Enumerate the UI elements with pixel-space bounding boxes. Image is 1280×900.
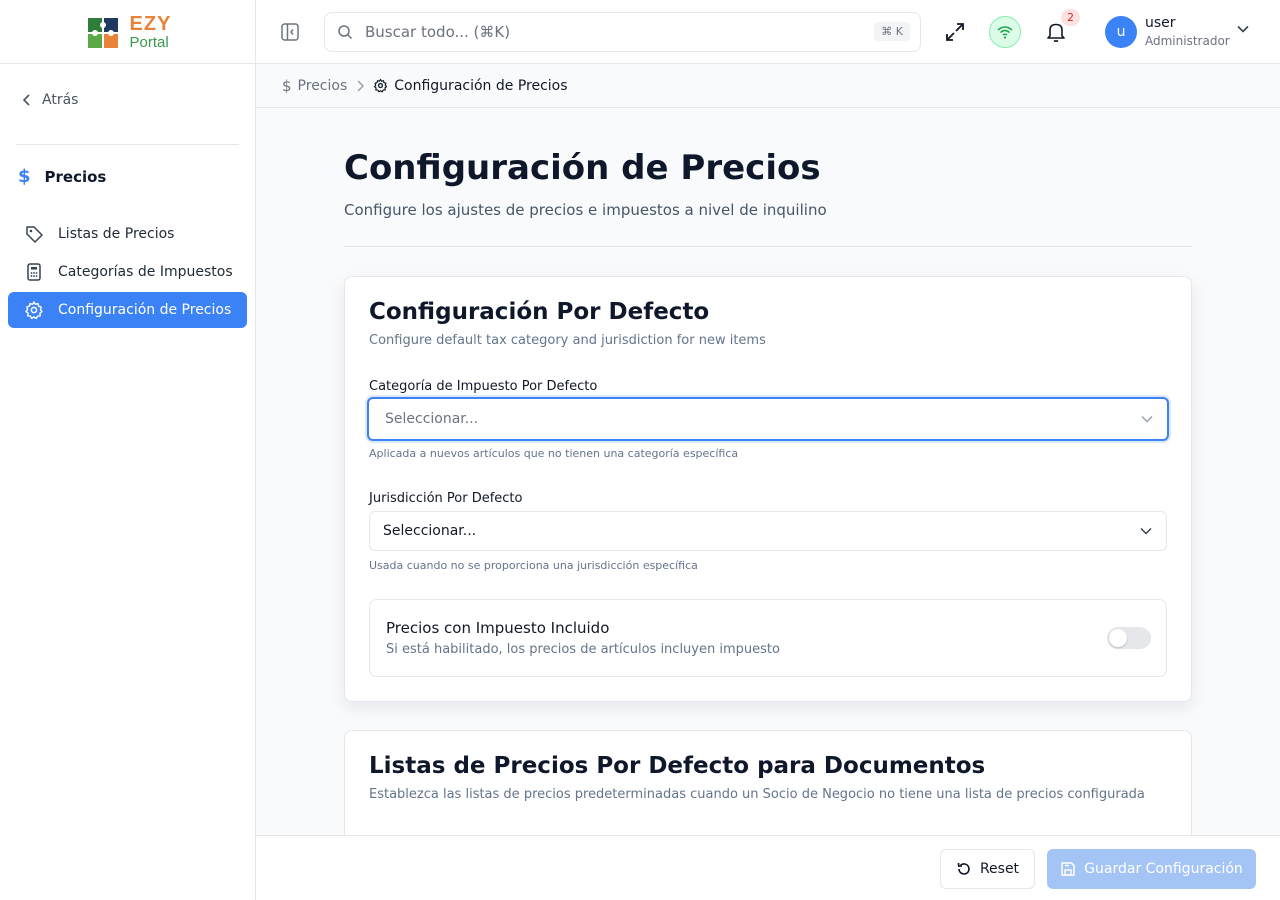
connection-status-button[interactable] (989, 16, 1021, 48)
page-subtitle: Configure los ajustes de precios e impue… (344, 201, 827, 219)
pricelists-card-subtitle: Establezca las listas de precios predete… (369, 787, 1145, 802)
user-avatar[interactable]: u (1105, 16, 1137, 48)
back-label: Atrás (42, 92, 79, 108)
logo[interactable]: EZY Portal (0, 0, 255, 64)
breadcrumb: $ Precios Configuración de Precios (256, 64, 1280, 108)
back-link[interactable]: Atrás (22, 92, 78, 108)
sidebar-item-label: Listas de Precios (58, 226, 175, 242)
search-icon (338, 25, 353, 40)
tax-category-select[interactable]: Seleccionar... (367, 397, 1169, 441)
notification-count-badge: 2 (1061, 9, 1080, 26)
logo-text: EZY Portal (130, 14, 172, 50)
notifications-button[interactable] (1046, 21, 1066, 43)
page-title: Configuración de Precios (344, 148, 821, 188)
jurisdiction-label: Jurisdicción Por Defecto (369, 491, 523, 506)
sidebar-nav: Listas de Precios Categorías de Impuesto… (8, 216, 247, 330)
sidebar: EZY Portal Atrás $ Precios Listas de Pre… (0, 0, 256, 900)
pricelists-card-title: Listas de Precios Por Defecto para Docum… (369, 753, 986, 779)
chevron-down-icon (1141, 415, 1153, 423)
jurisdiction-select[interactable]: Seleccionar... (369, 511, 1167, 551)
fullscreen-button[interactable] (944, 21, 966, 43)
sidebar-item-configuracion-de-precios[interactable]: Configuración de Precios (8, 292, 247, 328)
page-divider (344, 246, 1192, 247)
panel-collapse-icon (281, 23, 299, 41)
tag-icon (26, 226, 43, 243)
chevron-right-icon (357, 79, 365, 92)
reset-label: Reset (979, 861, 1020, 877)
sidebar-divider (16, 144, 239, 145)
top-bar: Buscar todo... (⌘K) ⌘ K 2 u user Adminis… (256, 0, 1280, 64)
jurisdiction-help: Usada cuando no se proporciona una juris… (369, 559, 698, 572)
save-config-button[interactable]: Guardar Configuración (1047, 849, 1256, 889)
gear-icon (374, 78, 388, 93)
reset-button[interactable]: Reset (940, 849, 1035, 889)
wifi-icon (997, 26, 1013, 39)
bell-icon (1047, 23, 1065, 43)
tax-included-title: Precios con Impuesto Incluido (386, 619, 610, 637)
defaults-card-title: Configuración Por Defecto (369, 299, 710, 325)
search-shortcut-badge: ⌘ K (874, 22, 910, 41)
chevron-down-icon (1237, 25, 1249, 33)
sidebar-item-label: Configuración de Precios (58, 302, 232, 318)
global-search[interactable]: Buscar todo... (⌘K) ⌘ K (324, 12, 921, 52)
pricelists-card: Listas de Precios Por Defecto para Docum… (344, 730, 1192, 835)
breadcrumb-parent-label: Precios (297, 77, 348, 94)
tax-category-label: Categoría de Impuesto Por Defecto (369, 379, 598, 394)
tax-included-toggle[interactable] (1107, 627, 1151, 649)
chevron-left-icon (22, 94, 30, 106)
gear-icon (25, 301, 43, 320)
sidebar-item-categorias-de-impuestos[interactable]: Categorías de Impuestos (8, 254, 247, 290)
logo-ezy: EZY (129, 12, 172, 35)
chevron-down-icon (1140, 527, 1152, 535)
sidebar-section-title: Precios (44, 167, 107, 186)
toggle-knob (1109, 629, 1127, 647)
breadcrumb-precios[interactable]: $ Precios (282, 77, 347, 95)
defaults-card-subtitle: Configure default tax category and juris… (369, 333, 766, 348)
jurisdiction-value: Seleccionar... (383, 523, 477, 539)
user-menu-toggle[interactable] (1237, 25, 1249, 33)
dollar-icon: $ (282, 76, 292, 95)
tax-included-setting: Precios con Impuesto Incluido Si está ha… (369, 599, 1167, 677)
calculator-icon (27, 263, 41, 281)
logo-portal: Portal (129, 33, 169, 51)
main-content: Configuración de Precios Configure los a… (256, 108, 1280, 835)
sidebar-toggle-button[interactable] (280, 22, 300, 42)
tax-category-help: Aplicada a nuevos artículos que no tiene… (369, 447, 739, 460)
save-label: Guardar Configuración (1084, 861, 1243, 877)
user-name[interactable]: user (1145, 15, 1176, 31)
dollar-icon: $ (18, 166, 31, 187)
defaults-card: Configuración Por Defecto Configure defa… (344, 276, 1192, 702)
sidebar-item-listas-de-precios[interactable]: Listas de Precios (8, 216, 247, 252)
sidebar-section-header: $ Precios (18, 166, 106, 187)
rotate-ccw-icon (957, 862, 970, 875)
puzzle-logo-icon (87, 17, 118, 48)
breadcrumb-current: Configuración de Precios (373, 77, 568, 94)
tax-category-value: Seleccionar... (385, 411, 479, 427)
expand-icon (946, 23, 964, 41)
action-bar: Reset Guardar Configuración (256, 835, 1280, 900)
save-icon (1061, 862, 1075, 876)
user-role: Administrador (1145, 34, 1230, 48)
breadcrumb-current-label: Configuración de Precios (394, 77, 568, 94)
tax-included-description: Si está habilitado, los precios de artíc… (386, 642, 780, 657)
sidebar-item-label: Categorías de Impuestos (58, 264, 233, 280)
search-placeholder: Buscar todo... (⌘K) (365, 23, 511, 41)
